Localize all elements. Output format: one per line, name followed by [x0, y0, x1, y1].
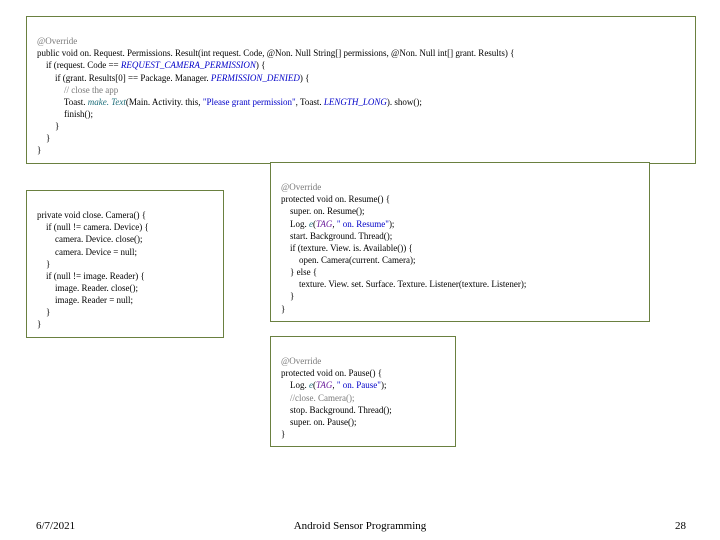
code-line: start. Background. Thread();: [281, 231, 392, 241]
code-line: if (grant. Results[0] == Package. Manage…: [37, 73, 309, 83]
annotation: @Override: [281, 182, 321, 192]
code-line: protected void on. Pause() {: [281, 368, 382, 378]
code-line: }: [37, 145, 41, 155]
code-line: }: [281, 429, 285, 439]
code-block-onresume: @Override protected void on. Resume() { …: [270, 162, 650, 322]
comment: //close. Camera();: [281, 393, 354, 403]
code-line: texture. View. set. Surface. Texture. Li…: [281, 279, 526, 289]
code-line: open. Camera(current. Camera);: [281, 255, 415, 265]
code-line: }: [37, 133, 50, 143]
code-line: public void on. Request. Permissions. Re…: [37, 48, 514, 58]
code-line: }: [37, 259, 50, 269]
code-line: image. Reader. close();: [37, 283, 138, 293]
code-block-onrequest: @Override public void on. Request. Permi…: [26, 16, 696, 164]
code-line: if (request. Code == REQUEST_CAMERA_PERM…: [37, 60, 265, 70]
comment: // close the app: [37, 85, 118, 95]
code-line: if (null != camera. Device) {: [37, 222, 149, 232]
code-line: } else {: [281, 267, 317, 277]
footer-page-number: 28: [675, 520, 686, 532]
code-line: }: [281, 291, 294, 301]
code-line: camera. Device. close();: [37, 234, 142, 244]
annotation: @Override: [37, 36, 77, 46]
code-line: stop. Background. Thread();: [281, 405, 392, 415]
code-line: image. Reader = null;: [37, 295, 133, 305]
code-line: }: [37, 307, 50, 317]
code-line: protected void on. Resume() {: [281, 194, 390, 204]
code-line: Log. e(TAG, " on. Resume");: [281, 219, 394, 229]
code-line: Log. e(TAG, " on. Pause");: [281, 380, 386, 390]
code-line: finish();: [37, 109, 93, 119]
code-line: super. on. Pause();: [281, 417, 357, 427]
code-line: if (texture. View. is. Available()) {: [281, 243, 413, 253]
footer-title: Android Sensor Programming: [0, 520, 720, 532]
code-line: camera. Device = null;: [37, 247, 137, 257]
code-line: Toast. make. Text(Main. Activity. this, …: [37, 97, 422, 107]
code-block-onpause: @Override protected void on. Pause() { L…: [270, 336, 456, 447]
code-line: }: [37, 319, 41, 329]
code-line: private void close. Camera() {: [37, 210, 146, 220]
code-line: if (null != image. Reader) {: [37, 271, 145, 281]
code-line: }: [37, 121, 59, 131]
annotation: @Override: [281, 356, 321, 366]
code-line: }: [281, 304, 285, 314]
code-line: super. on. Resume();: [281, 206, 365, 216]
code-block-closecamera: private void close. Camera() { if (null …: [26, 190, 224, 338]
